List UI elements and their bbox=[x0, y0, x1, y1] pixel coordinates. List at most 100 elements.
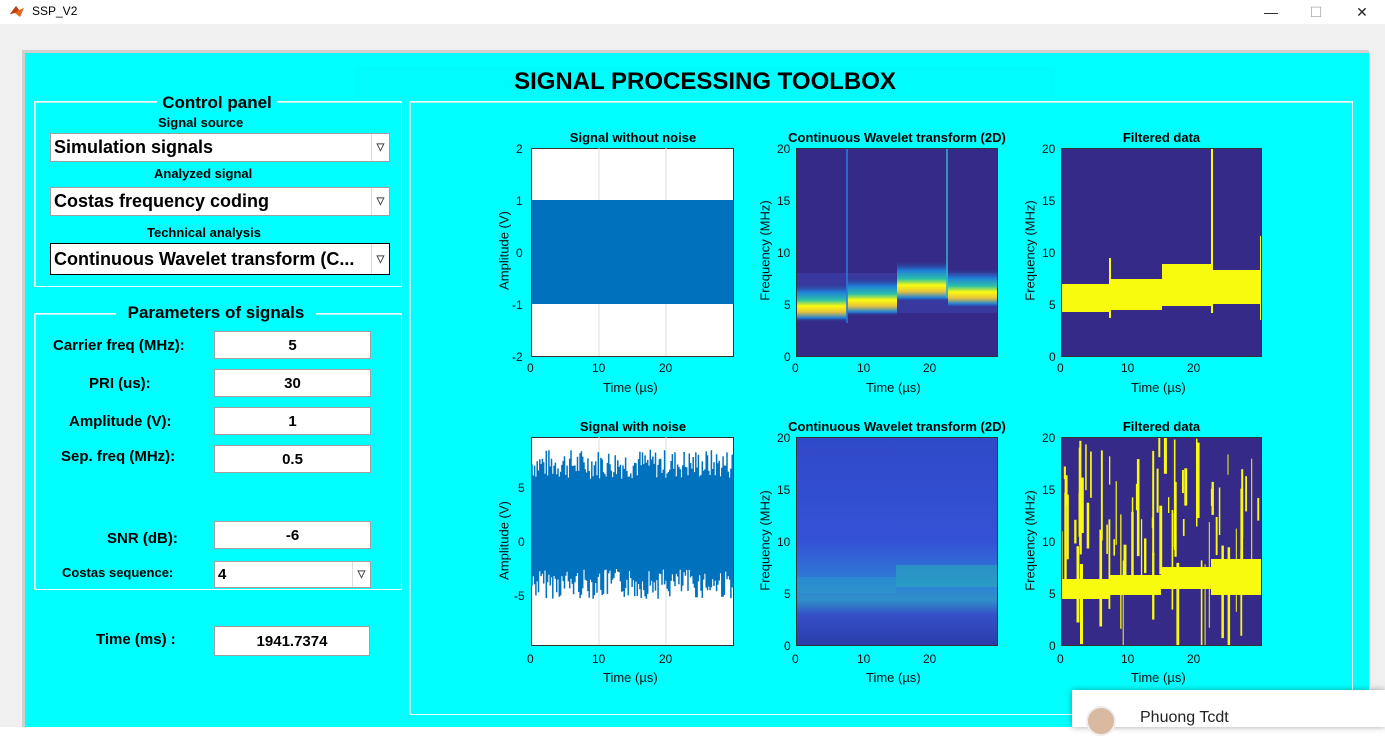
plot2-xtick: 20 bbox=[923, 361, 937, 375]
sep-freq-label: Sep. freq (MHz): bbox=[61, 448, 176, 465]
snr-label: SNR (dB): bbox=[107, 530, 178, 547]
plot6-ytick: 15 bbox=[1042, 483, 1056, 497]
plot6-spike bbox=[1227, 547, 1231, 646]
plot6-spike bbox=[1064, 475, 1068, 506]
window-title: SSP_V2 bbox=[32, 4, 78, 18]
avatar bbox=[1086, 706, 1116, 736]
chevron-down-icon: ▽ bbox=[352, 562, 370, 587]
plot6-xtick: 20 bbox=[1187, 652, 1201, 666]
plot6-ytick: 10 bbox=[1042, 535, 1056, 549]
plot3-axes[interactable] bbox=[1061, 148, 1262, 357]
plot2-xtick: 0 bbox=[792, 361, 799, 375]
plot3-ytick: 20 bbox=[1042, 142, 1056, 156]
plot6-spike bbox=[1140, 519, 1143, 585]
pri-input[interactable]: 30 bbox=[214, 369, 371, 397]
plot6-spike bbox=[1156, 468, 1159, 513]
carrier-freq-input[interactable]: 5 bbox=[214, 331, 371, 359]
amplitude-input[interactable]: 1 bbox=[214, 407, 371, 435]
plot4-title: Signal with noise bbox=[579, 419, 687, 434]
plot6-spike bbox=[1215, 517, 1218, 556]
plot6-spike bbox=[1197, 446, 1199, 476]
plot5-ytick: 15 bbox=[777, 483, 791, 497]
plot5-ytick: 5 bbox=[784, 587, 791, 601]
plot3-ytick: 5 bbox=[1049, 298, 1056, 312]
plot6-spike bbox=[1251, 458, 1253, 565]
plot3-xtick: 20 bbox=[1187, 361, 1201, 375]
plot6-spike bbox=[1176, 562, 1180, 646]
plot1-ytick: 0 bbox=[516, 246, 523, 260]
plot6-spike bbox=[1120, 514, 1122, 629]
plot6-axes[interactable] bbox=[1061, 437, 1262, 646]
parameters-panel-title: Parameters of signals bbox=[116, 303, 316, 323]
plot2-ylabel: Frequency (MHz) bbox=[757, 200, 773, 301]
plot6-ylabel: Frequency (MHz) bbox=[1022, 490, 1038, 591]
plot1-title: Signal without noise bbox=[569, 130, 697, 145]
sep-freq-input[interactable]: 0.5 bbox=[214, 445, 371, 473]
plot6-spike bbox=[1144, 538, 1147, 574]
plot6-ytick: 0 bbox=[1049, 639, 1056, 653]
plot6-spike bbox=[1240, 488, 1244, 578]
plot6-spike bbox=[1204, 564, 1206, 646]
plot6-ytick: 20 bbox=[1042, 431, 1056, 445]
technical-analysis-dropdown[interactable]: Continuous Wavelet transform (C... ▽ bbox=[50, 243, 390, 275]
plot6-spike bbox=[1074, 519, 1077, 544]
plot6-spike bbox=[1174, 481, 1177, 557]
plot6-spike bbox=[1208, 522, 1210, 628]
close-button[interactable]: ✕ bbox=[1339, 0, 1385, 24]
plot6-spike bbox=[1115, 481, 1117, 545]
chat-notification[interactable]: Phuong Tcdt bbox=[1072, 690, 1385, 736]
snr-input[interactable]: -6 bbox=[214, 521, 371, 549]
plot6-spike bbox=[1085, 444, 1087, 491]
plot3-ylabel: Frequency (MHz) bbox=[1022, 200, 1038, 301]
plot3-xtick: 0 bbox=[1057, 361, 1064, 375]
window-titlebar: SSP_V2 — ☐ ✕ bbox=[0, 0, 1385, 24]
plot3-xtick: 10 bbox=[1121, 361, 1135, 375]
plot2-xtick: 10 bbox=[857, 361, 871, 375]
plot2-ytick: 5 bbox=[784, 298, 791, 312]
plot2-axes[interactable] bbox=[796, 148, 998, 357]
matlab-icon bbox=[10, 6, 24, 17]
plot6-spike bbox=[1245, 476, 1247, 512]
costas-sequence-dropdown[interactable]: 4 ▽ bbox=[214, 561, 371, 588]
plot6-spike bbox=[1113, 539, 1115, 556]
plot6-spike bbox=[1184, 468, 1188, 506]
plot2-band bbox=[847, 276, 897, 316]
plot6-ytick: 5 bbox=[1049, 587, 1056, 601]
plot3-xlabel: Time (µs) bbox=[1131, 380, 1186, 395]
analyzed-signal-dropdown[interactable]: Costas frequency coding ▽ bbox=[50, 187, 390, 216]
plot1-xtick: 0 bbox=[527, 361, 534, 375]
technical-analysis-label: Technical analysis bbox=[147, 225, 261, 240]
analyzed-signal-value: Costas frequency coding bbox=[54, 191, 270, 211]
plot4-xtick: 10 bbox=[592, 652, 606, 666]
plot6-spike bbox=[1080, 564, 1083, 645]
plot1-ytick: -1 bbox=[512, 298, 523, 312]
plot6-spike bbox=[1163, 437, 1167, 474]
plot2-band bbox=[897, 260, 948, 302]
plot2-ytick: 15 bbox=[777, 194, 791, 208]
plot6-title: Filtered data bbox=[1122, 419, 1201, 434]
plot5-ylabel: Frequency (MHz) bbox=[757, 490, 773, 591]
plot1-ytick: -2 bbox=[512, 350, 523, 364]
plot5-axes[interactable] bbox=[796, 437, 998, 646]
plot6-spike bbox=[1212, 562, 1216, 582]
plot6-spike bbox=[1235, 528, 1237, 612]
plot6-spike bbox=[1257, 498, 1260, 521]
plot6-spike bbox=[1100, 450, 1103, 541]
plot5-xtick: 10 bbox=[857, 652, 871, 666]
plot3-title: Filtered data bbox=[1122, 130, 1201, 145]
plot1-axes[interactable] bbox=[531, 148, 734, 357]
plot2-title: Continuous Wavelet transform (2D) bbox=[788, 130, 1006, 145]
signal-source-dropdown[interactable]: Simulation signals ▽ bbox=[50, 133, 390, 162]
technical-analysis-value: Continuous Wavelet transform (C... bbox=[54, 248, 355, 269]
maximize-button[interactable]: ☐ bbox=[1293, 0, 1339, 24]
pri-label: PRI (us): bbox=[89, 375, 151, 392]
plot6-xtick: 0 bbox=[1057, 652, 1064, 666]
plot6-spike bbox=[1218, 487, 1221, 535]
analyzed-signal-label: Analyzed signal bbox=[154, 166, 253, 181]
minimize-button[interactable]: — bbox=[1248, 0, 1294, 24]
plot4-axes[interactable] bbox=[531, 437, 734, 646]
plot4-ytick: -5 bbox=[514, 589, 525, 603]
plot6-spike bbox=[1064, 492, 1067, 590]
plot6-spike bbox=[1076, 546, 1080, 623]
plot2-band bbox=[948, 268, 998, 308]
